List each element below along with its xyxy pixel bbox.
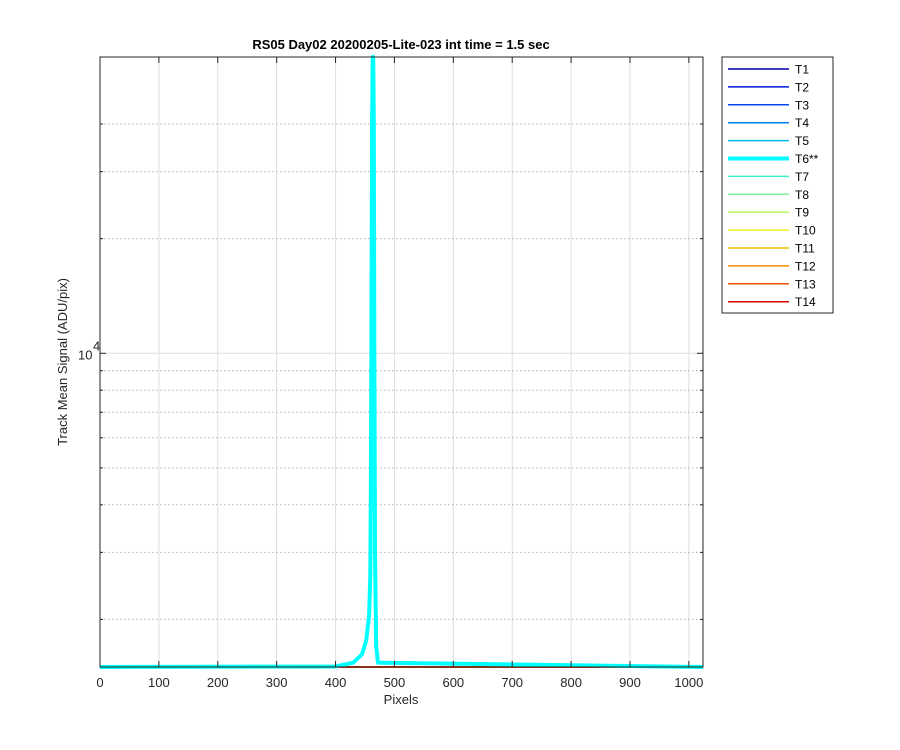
legend-label: T6** bbox=[795, 152, 819, 166]
legend-label: T11 bbox=[795, 242, 815, 256]
y-tick-label-base: 10 bbox=[78, 347, 92, 362]
figure: 0 100 200 300 400 500 600 700 800 900 1000 10 4 RS05… bbox=[0, 0, 900, 750]
x-tick-label: 1000 bbox=[674, 675, 703, 690]
legend-label: T7 bbox=[795, 170, 809, 184]
x-axis-label: Pixels bbox=[384, 692, 419, 707]
chart-title: RS05 Day02 20200205-Lite-023 int time = … bbox=[252, 37, 549, 52]
legend-box bbox=[721, 56, 834, 314]
legend-label: T3 bbox=[795, 98, 809, 112]
legend-label: T5 bbox=[795, 134, 809, 148]
legend-label: T14 bbox=[795, 295, 816, 309]
chart: 0 100 200 300 400 500 600 700 800 900 1000 104 RS05… bbox=[55, 37, 834, 707]
x-tick-label: 0 bbox=[96, 675, 103, 690]
legend: T1 T2 T3 T4 T5 T6** T7 T8 T9 T10 T11 T12 T13 T14 bbox=[721, 56, 834, 314]
legend-label: T13 bbox=[795, 277, 816, 291]
x-tick-label: 700 bbox=[501, 675, 523, 690]
legend-label: T9 bbox=[795, 206, 809, 220]
x-tick-label: 400 bbox=[325, 675, 347, 690]
y-tick-label-exponent: 4 bbox=[93, 338, 100, 353]
x-tick-label: 100 bbox=[148, 675, 170, 690]
axes-background bbox=[100, 57, 703, 667]
y-axis-label: Track Mean Signal (ADU/pix) bbox=[55, 278, 70, 446]
x-tick-label: 200 bbox=[207, 675, 229, 690]
legend-label: T2 bbox=[795, 80, 809, 94]
legend-label: T8 bbox=[795, 188, 809, 202]
legend-label: T1 bbox=[795, 63, 809, 77]
x-tick-label: 600 bbox=[442, 675, 464, 690]
x-tick-label: 900 bbox=[619, 675, 641, 690]
legend-label: T4 bbox=[795, 116, 809, 130]
x-tick-label: 300 bbox=[266, 675, 288, 690]
legend-label: T12 bbox=[795, 259, 816, 273]
x-tick-label: 800 bbox=[560, 675, 582, 690]
x-tick-label: 500 bbox=[384, 675, 406, 690]
legend-label: T10 bbox=[795, 224, 816, 238]
